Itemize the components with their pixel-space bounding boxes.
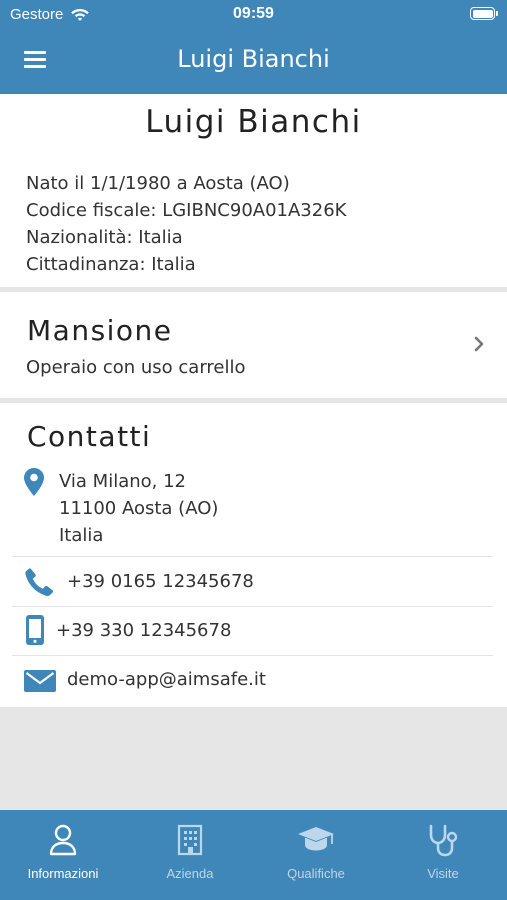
status-time: 09:59 xyxy=(233,5,274,22)
phone-row[interactable]: +39 0165 12345678 xyxy=(12,558,493,607)
address-line-1: Via Milano, 12 xyxy=(59,471,187,492)
email-address: demo-app@aimsafe.it xyxy=(67,669,266,690)
chevron-right-icon xyxy=(474,336,484,352)
map-pin-icon xyxy=(24,468,44,496)
tab-informazioni[interactable]: Informazioni xyxy=(0,810,126,900)
tab-label: Visite xyxy=(427,866,459,881)
tab-visite[interactable]: Visite xyxy=(380,810,506,900)
fiscal-code: Codice fiscale: LGIBNC90A01A326K xyxy=(26,200,347,221)
tab-label: Qualifiche xyxy=(287,866,345,881)
battery-icon xyxy=(470,7,498,20)
job-value: Operaio con uso carrello xyxy=(26,357,246,378)
stethoscope-icon xyxy=(429,824,458,857)
contacts-title: Contatti xyxy=(27,420,152,453)
nationality: Nazionalità: Italia xyxy=(26,227,183,248)
tab-label: Azienda xyxy=(166,866,214,881)
contacts-card: Contatti Via Milano, 12 11100 Aosta (AO)… xyxy=(0,403,507,707)
tab-qualifiche[interactable]: Qualifiche xyxy=(253,810,379,900)
page-title: Luigi Bianchi xyxy=(177,45,330,73)
app-header: Gestore 09:59 Luigi Bianchi xyxy=(0,0,507,94)
job-title: Mansione xyxy=(27,314,173,347)
citizenship: Cittadinanza: Italia xyxy=(26,254,196,275)
graduation-cap-icon xyxy=(298,827,334,851)
mobile-number: +39 330 12345678 xyxy=(56,620,232,641)
address-row[interactable]: Via Milano, 12 11100 Aosta (AO) Italia xyxy=(12,465,493,557)
address-text: Via Milano, 12 11100 Aosta (AO) Italia xyxy=(59,468,218,549)
birth-info: Nato il 1/1/1980 a Aosta (AO) xyxy=(26,173,290,194)
mobile-row[interactable]: +39 330 12345678 xyxy=(12,607,493,656)
person-details: Nato il 1/1/1980 a Aosta (AO) Codice fis… xyxy=(26,170,346,278)
address-line-2: 11100 Aosta (AO) xyxy=(59,498,219,519)
email-row[interactable]: demo-app@aimsafe.it xyxy=(12,656,493,705)
mobile-icon xyxy=(26,615,44,645)
building-icon xyxy=(177,824,203,856)
home-indicator xyxy=(186,890,321,894)
envelope-icon xyxy=(24,670,56,692)
tab-label: Informazioni xyxy=(27,866,99,881)
phone-icon xyxy=(25,568,54,596)
address-line-3: Italia xyxy=(59,525,104,546)
person-name: Luigi Bianchi xyxy=(145,104,362,140)
status-bar: Gestore 09:59 xyxy=(0,0,507,28)
tab-azienda[interactable]: Azienda xyxy=(127,810,253,900)
job-row[interactable]: Mansione Operaio con uso carrello xyxy=(0,292,507,398)
tab-bar: Informazioni Azienda Qualifiche Visite xyxy=(0,810,507,900)
person-card: Luigi Bianchi Nato il 1/1/1980 a Aosta (… xyxy=(0,94,507,287)
phone-number: +39 0165 12345678 xyxy=(67,571,254,592)
user-icon xyxy=(49,824,77,856)
